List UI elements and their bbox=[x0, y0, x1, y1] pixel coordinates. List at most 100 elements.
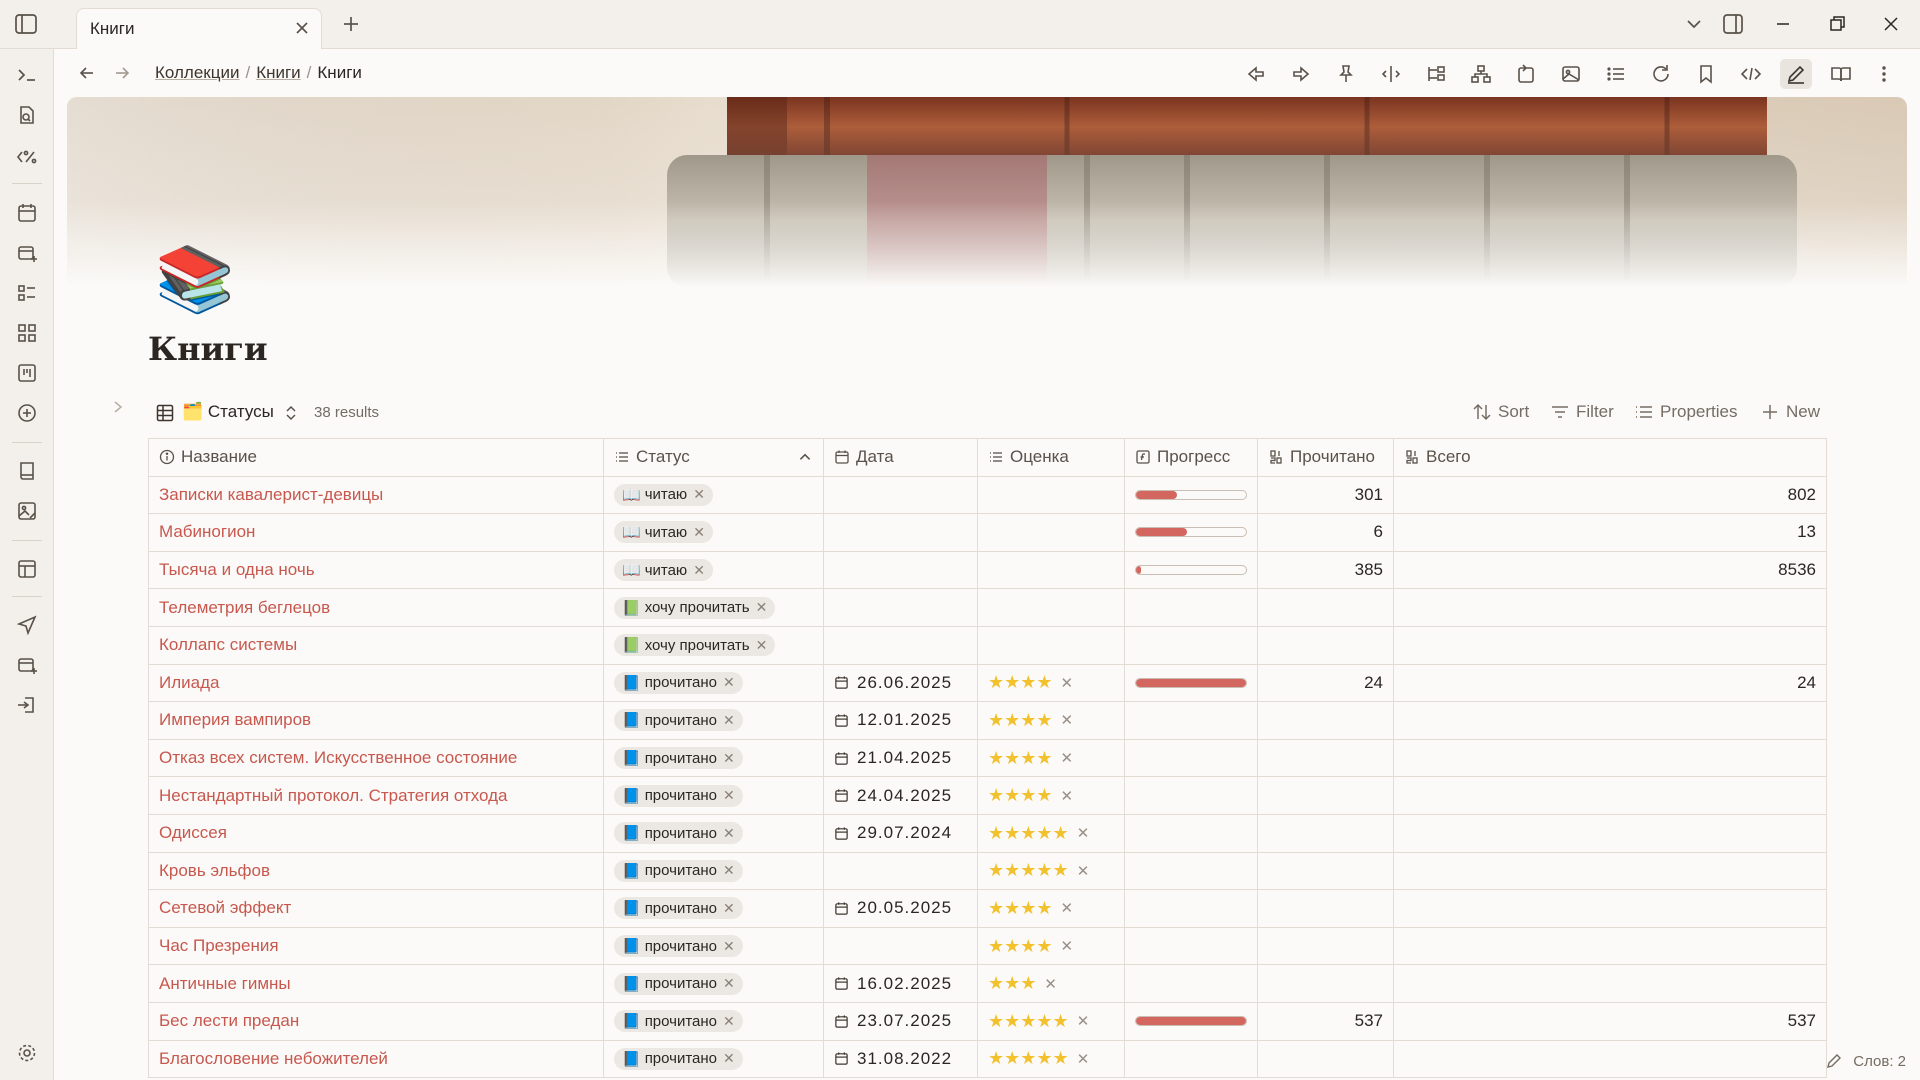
cell-pages-total[interactable] bbox=[1394, 815, 1826, 852]
book-title-link[interactable]: Кровь эльфов bbox=[159, 861, 270, 881]
book-title-link[interactable]: Благословение небожителей bbox=[159, 1049, 388, 1069]
table-row[interactable]: Античные гимны 📘 прочитано ✕ 16.02.2025 ★★★ ✕ bbox=[149, 965, 1826, 1003]
cell-name[interactable]: Империя вампиров bbox=[149, 702, 604, 739]
cell-pages-read[interactable] bbox=[1258, 852, 1394, 890]
sort-ascending-chevron-icon[interactable] bbox=[797, 449, 813, 465]
remove-status-icon[interactable]: ✕ bbox=[693, 524, 705, 541]
remove-status-icon[interactable]: ✕ bbox=[723, 787, 735, 804]
book-title-link[interactable]: Отказ всех систем. Искусственное состоян… bbox=[159, 748, 517, 768]
cell-rating[interactable]: ★★★★★ ✕ bbox=[978, 852, 1125, 890]
book-title-link[interactable]: Мабиногион bbox=[159, 522, 255, 542]
book-title-link[interactable]: Коллапс системы bbox=[159, 635, 297, 655]
cell-date[interactable] bbox=[824, 476, 978, 514]
cell-pages-total[interactable] bbox=[1394, 627, 1826, 664]
pin-icon[interactable] bbox=[1335, 63, 1357, 85]
cell-status[interactable]: 📘 прочитано ✕ bbox=[604, 890, 824, 927]
image-edit-icon[interactable] bbox=[16, 500, 38, 522]
cell-date[interactable]: 23.07.2025 bbox=[824, 1002, 978, 1040]
table-row[interactable]: Записки кавалерист-девицы 📖 читаю ✕ 301 802 bbox=[149, 476, 1826, 515]
layout-icon[interactable] bbox=[16, 558, 38, 580]
status-badge[interactable]: 📗 хочу прочитать ✕ bbox=[614, 596, 776, 619]
cell-status[interactable]: 📘 прочитано ✕ bbox=[604, 664, 824, 702]
cell-name[interactable]: Мабиногион bbox=[149, 514, 604, 551]
rating-badge[interactable]: ★★★★ ✕ bbox=[988, 672, 1073, 693]
column-header-rating[interactable]: Оценка bbox=[978, 439, 1125, 476]
cell-name[interactable]: Час Презрения bbox=[149, 927, 604, 965]
cell-rating[interactable]: ★★★★ ✕ bbox=[978, 664, 1125, 702]
table-row[interactable]: Империя вампиров 📘 прочитано ✕ 12.01.2025 ★★★… bbox=[149, 702, 1826, 740]
rating-badge[interactable]: ★★★★★ ✕ bbox=[988, 1011, 1089, 1032]
cell-name[interactable]: Нестандартный протокол. Стратегия отхода bbox=[149, 777, 604, 814]
network-icon[interactable] bbox=[1470, 63, 1492, 85]
remove-rating-icon[interactable]: ✕ bbox=[1061, 787, 1074, 805]
cell-date[interactable]: 16.02.2025 bbox=[824, 965, 978, 1002]
split-icon[interactable] bbox=[1380, 63, 1402, 85]
breadcrumb-collections[interactable]: Коллекции bbox=[155, 63, 239, 82]
cell-name[interactable]: Бес лести предан bbox=[149, 1002, 604, 1040]
cell-date[interactable]: 21.04.2025 bbox=[824, 739, 978, 777]
table-row[interactable]: Сетевой эффект 📘 прочитано ✕ 20.05.2025 ★★★★ ✕ bbox=[149, 890, 1826, 928]
cell-status[interactable]: 📗 хочу прочитать ✕ bbox=[604, 626, 824, 664]
book-title-link[interactable]: Империя вампиров bbox=[159, 710, 311, 730]
book-title-link[interactable]: Бес лести предан bbox=[159, 1011, 299, 1031]
cell-rating[interactable]: ★★★★★ ✕ bbox=[978, 814, 1125, 852]
table-row[interactable]: Бес лести предан 📘 прочитано ✕ 23.07.2025 ★★★… bbox=[149, 1002, 1826, 1041]
cell-pages-read[interactable] bbox=[1258, 814, 1394, 852]
restore-icon[interactable] bbox=[1826, 13, 1848, 35]
view-selector[interactable]: 🗂️ Статусы bbox=[182, 402, 274, 422]
cell-status[interactable]: 📖 читаю ✕ bbox=[604, 551, 824, 589]
remove-status-icon[interactable]: ✕ bbox=[756, 637, 768, 654]
table-row[interactable]: Отказ всех систем. Искусственное состоян… bbox=[149, 739, 1826, 778]
cell-name[interactable]: Благословение небожителей bbox=[149, 1040, 604, 1078]
remove-status-icon[interactable]: ✕ bbox=[723, 825, 735, 842]
date-value[interactable]: 26.06.2025 bbox=[834, 673, 952, 693]
date-value[interactable]: 31.08.2022 bbox=[834, 1049, 952, 1069]
cell-pages-total[interactable] bbox=[1394, 589, 1826, 626]
table-row[interactable]: Одиссея 📘 прочитано ✕ 29.07.2024 ★★★★★ ✕ bbox=[149, 814, 1826, 853]
status-badge[interactable]: 📘 прочитано ✕ bbox=[614, 1047, 743, 1070]
cell-pages-read[interactable] bbox=[1258, 589, 1394, 626]
rating-badge[interactable]: ★★★ ✕ bbox=[988, 973, 1057, 994]
file-search-icon[interactable] bbox=[16, 104, 38, 126]
cell-pages-total[interactable] bbox=[1394, 853, 1826, 890]
rating-badge[interactable]: ★★★★★ ✕ bbox=[988, 860, 1089, 881]
window-close-icon[interactable] bbox=[1880, 13, 1902, 35]
code-icon[interactable] bbox=[1740, 63, 1762, 85]
cell-pages-total[interactable]: 24 bbox=[1394, 665, 1826, 702]
cell-date[interactable] bbox=[824, 589, 978, 626]
remove-status-icon[interactable]: ✕ bbox=[756, 599, 768, 616]
cell-pages-read[interactable]: 385 bbox=[1258, 551, 1394, 589]
book-title-link[interactable]: Сетевой эффект bbox=[159, 898, 291, 918]
card-add-icon[interactable] bbox=[16, 242, 38, 264]
cell-date[interactable]: 20.05.2025 bbox=[824, 890, 978, 927]
settings-icon[interactable] bbox=[16, 1042, 38, 1064]
cell-status[interactable]: 📘 прочитано ✕ bbox=[604, 777, 824, 814]
table-row[interactable]: Тысяча и одна ночь 📖 читаю ✕ 385 8536 bbox=[149, 551, 1826, 590]
cell-pages-total[interactable]: 537 bbox=[1394, 1003, 1826, 1040]
cell-rating[interactable]: ★★★★ ✕ bbox=[978, 927, 1125, 965]
status-badge[interactable]: 📖 читаю ✕ bbox=[614, 521, 713, 544]
reading-view-book-icon[interactable] bbox=[1830, 63, 1852, 85]
add-circle-icon[interactable] bbox=[16, 402, 38, 424]
cell-date[interactable]: 29.07.2024 bbox=[824, 814, 978, 852]
reload-icon[interactable] bbox=[1650, 63, 1672, 85]
remove-status-icon[interactable]: ✕ bbox=[723, 712, 735, 729]
book-title-link[interactable]: Записки кавалерист-девицы bbox=[159, 485, 383, 505]
cell-rating[interactable]: ★★★★ ✕ bbox=[978, 890, 1125, 927]
column-header-progress[interactable]: Прогресс bbox=[1125, 439, 1258, 476]
cell-pages-total[interactable] bbox=[1394, 777, 1826, 814]
table-row[interactable]: Благословение небожителей 📘 прочитано ✕ 31.0… bbox=[149, 1040, 1826, 1079]
rating-badge[interactable]: ★★★★ ✕ bbox=[988, 710, 1073, 731]
cell-pages-read[interactable] bbox=[1258, 777, 1394, 814]
cell-name[interactable]: Записки кавалерист-девицы bbox=[149, 476, 604, 514]
remove-status-icon[interactable]: ✕ bbox=[723, 862, 735, 879]
column-header-date[interactable]: Дата bbox=[824, 439, 978, 476]
remove-rating-icon[interactable]: ✕ bbox=[1061, 674, 1074, 692]
table-row[interactable]: Мабиногион 📖 читаю ✕ 6 13 bbox=[149, 514, 1826, 552]
right-sidebar-toggle-icon[interactable] bbox=[1722, 13, 1744, 35]
cell-rating[interactable] bbox=[978, 589, 1125, 626]
cell-date[interactable]: 24.04.2025 bbox=[824, 777, 978, 814]
calendar-icon[interactable] bbox=[16, 202, 38, 224]
rating-badge[interactable]: ★★★★ ✕ bbox=[988, 898, 1073, 919]
cell-name[interactable]: Античные гимны bbox=[149, 965, 604, 1002]
